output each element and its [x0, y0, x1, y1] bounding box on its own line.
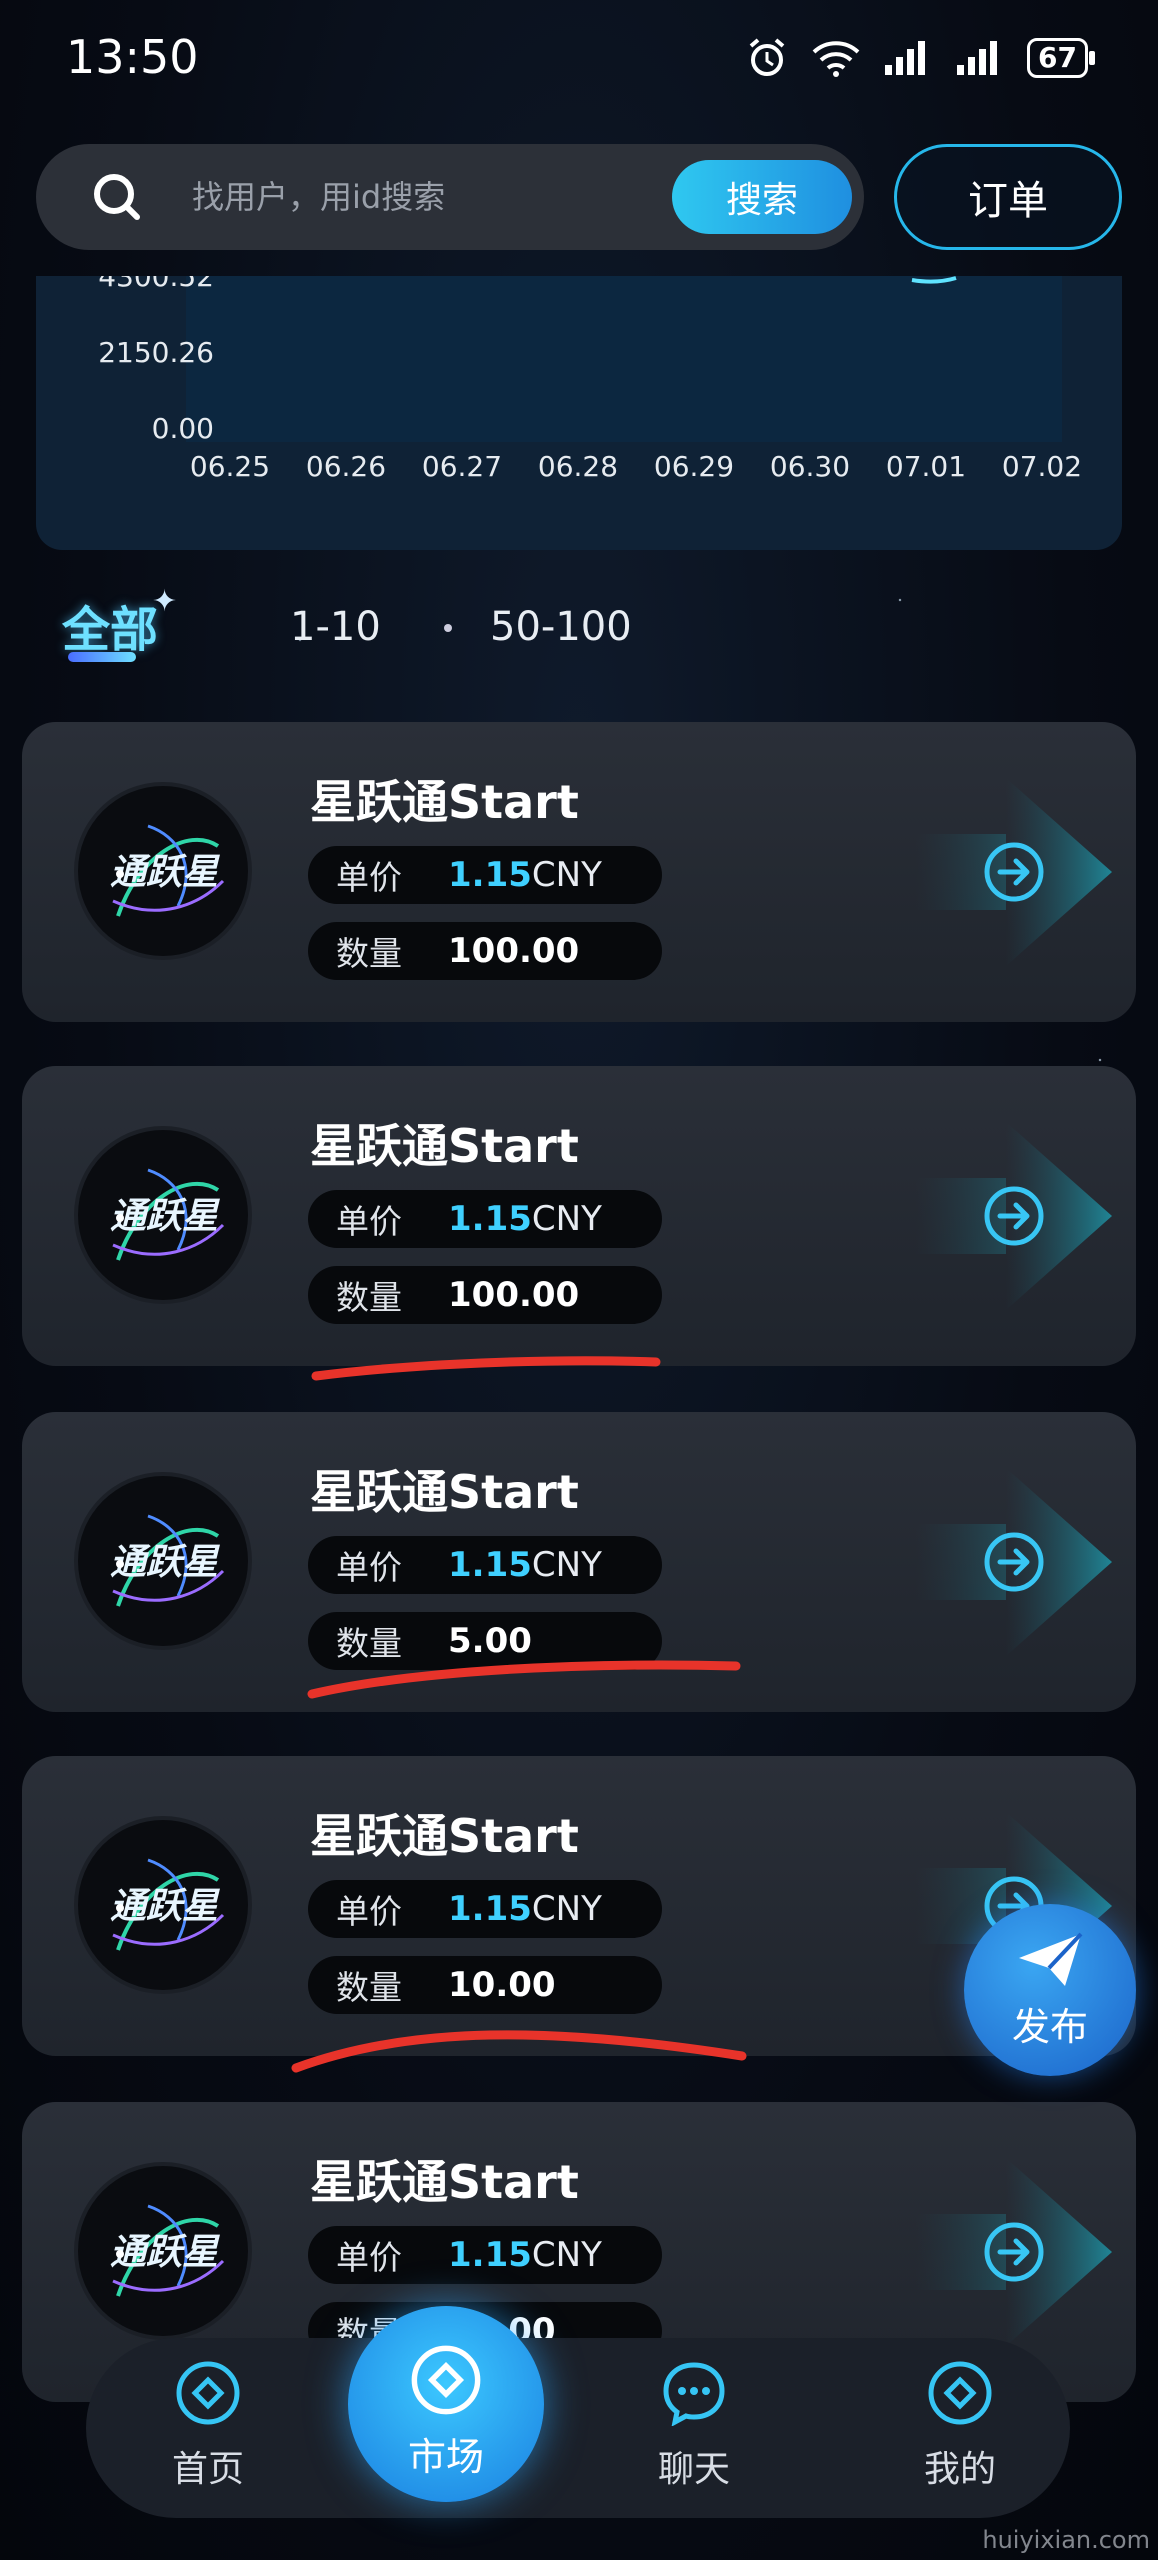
- listing-card[interactable]: 通跃星 星跃通Start 单价 1.15CNY 数量 100.00: [22, 722, 1136, 1022]
- chart-x-tick-label: 06.26: [306, 450, 386, 483]
- chart-x-tick-label: 06.27: [422, 450, 502, 483]
- search-button[interactable]: 搜索: [672, 160, 852, 234]
- chart-x-tick-label: 06.25: [190, 450, 270, 483]
- publish-button[interactable]: 发布: [964, 1904, 1136, 2076]
- search-icon: [94, 174, 140, 220]
- svg-text:通跃星: 通跃星: [110, 852, 220, 893]
- card-title: 星跃通Start: [310, 1119, 579, 1173]
- price-label: 单价: [336, 1202, 402, 1241]
- battery-indicator: 67: [1027, 38, 1095, 78]
- quantity-value: 10.00: [448, 1965, 556, 2005]
- go-arrow-icon[interactable]: [982, 2220, 1046, 2284]
- sparkle-icon: ✦: [152, 584, 178, 619]
- token-logo: 通跃星: [78, 1820, 248, 1990]
- search-input[interactable]: [192, 170, 672, 224]
- publish-label: 发布: [1011, 2004, 1088, 2049]
- tab-1-10[interactable]: 1-10: [290, 604, 381, 650]
- chart-y-tick-label: 2150.26: [98, 336, 214, 369]
- nav-mine-label: 我的: [923, 2449, 996, 2490]
- mine-diamond-icon: [928, 2361, 992, 2425]
- quantity-pill: 数量 5.00: [308, 1612, 662, 1670]
- price-value: 1.15CNY: [448, 855, 602, 895]
- chart-svg: 4300.52 2150.26 0.00 06.25 06.26 06.27 06.28 06…: [98, 276, 1082, 483]
- token-logo: 通跃星: [78, 1130, 248, 1300]
- chart-x-tick-label: 06.28: [538, 450, 618, 483]
- svg-text:通跃星: 通跃星: [110, 1196, 220, 1237]
- quantity-value: 100.00: [448, 931, 580, 971]
- chart-x-tick-label: 06.30: [770, 450, 850, 483]
- status-time: 13:50: [66, 30, 199, 84]
- token-logo: 通跃星: [78, 1476, 248, 1646]
- card-title: 星跃通Start: [310, 2155, 579, 2209]
- quantity-value: 100.00: [448, 1275, 580, 1315]
- chart-x-tick-label: 07.02: [1002, 450, 1082, 483]
- wifi-icon: [812, 41, 860, 77]
- chart-plot-area: [186, 276, 1062, 442]
- card-title: 星跃通Start: [310, 1465, 579, 1519]
- price-value: 1.15CNY: [448, 1199, 602, 1239]
- nav-chat-label: 聊天: [657, 2449, 730, 2490]
- nav-market-label: 市场: [407, 2435, 484, 2479]
- order-button[interactable]: 订单: [894, 144, 1122, 250]
- price-value: 1.15CNY: [448, 2235, 602, 2275]
- price-chart: 4300.52 2150.26 0.00 06.25 06.26 06.27 06.28 06…: [36, 276, 1122, 550]
- price-label: 单价: [336, 858, 402, 897]
- paper-plane-icon: [1019, 1932, 1083, 1986]
- svg-text:通跃星: 通跃星: [110, 1886, 220, 1927]
- status-bar: 13:50 67: [0, 0, 1158, 120]
- nav-chat[interactable]: 聊天: [624, 2360, 764, 2492]
- price-value: 1.15CNY: [448, 1545, 602, 1585]
- quantity-label: 数量: [336, 934, 402, 973]
- token-logo: 通跃星: [78, 2166, 248, 2336]
- price-pill: 单价 1.15CNY: [308, 1536, 662, 1594]
- go-arrow-icon[interactable]: [982, 1530, 1046, 1594]
- search-bar[interactable]: 搜索: [36, 144, 864, 250]
- quantity-pill: 数量 100.00: [308, 1266, 662, 1324]
- alarm-icon: [749, 38, 785, 76]
- nav-home[interactable]: 首页: [138, 2360, 278, 2492]
- price-value: 1.15CNY: [448, 1889, 602, 1929]
- nav-market[interactable]: 市场: [348, 2306, 544, 2502]
- status-icons: 67: [745, 36, 1095, 80]
- watermark: huiyixian.com: [982, 2526, 1150, 2554]
- price-label: 单价: [336, 1892, 402, 1931]
- price-pill: 单价 1.15CNY: [308, 1880, 662, 1938]
- price-pill: 单价 1.15CNY: [308, 1190, 662, 1248]
- signal-icon: [885, 41, 926, 75]
- signal-icon-2: [957, 41, 998, 75]
- quantity-label: 数量: [336, 1968, 402, 2007]
- price-pill: 单价 1.15CNY: [308, 846, 662, 904]
- card-title: 星跃通Start: [310, 1809, 579, 1863]
- bottom-nav: 首页 市场 聊天 我的: [86, 2306, 1070, 2518]
- listing-card[interactable]: 通跃星 星跃通Start 单价 1.15CNY 数量 5.00: [22, 1412, 1136, 1712]
- go-arrow-icon[interactable]: [982, 1184, 1046, 1248]
- tab-active-underline: [68, 652, 136, 662]
- nav-home-label: 首页: [171, 2449, 244, 2490]
- market-diamond-icon: [411, 2345, 481, 2415]
- token-logo: 通跃星: [78, 786, 248, 956]
- tab-separator-dot: [444, 624, 452, 632]
- go-arrow-icon[interactable]: [982, 840, 1046, 904]
- svg-text:通跃星: 通跃星: [110, 2232, 220, 2273]
- price-label: 单价: [336, 1548, 402, 1587]
- price-pill: 单价 1.15CNY: [308, 2226, 662, 2284]
- nav-mine[interactable]: 我的: [890, 2360, 1030, 2492]
- tab-50-100[interactable]: 50-100: [490, 604, 632, 650]
- quantity-label: 数量: [336, 1278, 402, 1317]
- quantity-pill: 数量 10.00: [308, 1956, 662, 2014]
- chart-x-tick-label: 06.29: [654, 450, 734, 483]
- svg-text:通跃星: 通跃星: [110, 1542, 220, 1583]
- listing-card[interactable]: 通跃星 星跃通Start 单价 1.15CNY 数量 100.00: [22, 1066, 1136, 1366]
- quantity-value: 5.00: [448, 1621, 532, 1661]
- chat-bubble-icon: [663, 2362, 725, 2427]
- chart-y-tick-label: 4300.52: [98, 276, 214, 293]
- card-title: 星跃通Start: [310, 775, 579, 829]
- home-diamond-icon: [176, 2361, 240, 2425]
- quantity-pill: 数量 100.00: [308, 922, 662, 980]
- quantity-label: 数量: [336, 1624, 402, 1663]
- chart-x-tick-label: 07.01: [886, 450, 966, 483]
- price-label: 单价: [336, 2238, 402, 2277]
- chart-y-tick-label: 0.00: [152, 412, 214, 445]
- tab-all[interactable]: 全部: [62, 590, 158, 660]
